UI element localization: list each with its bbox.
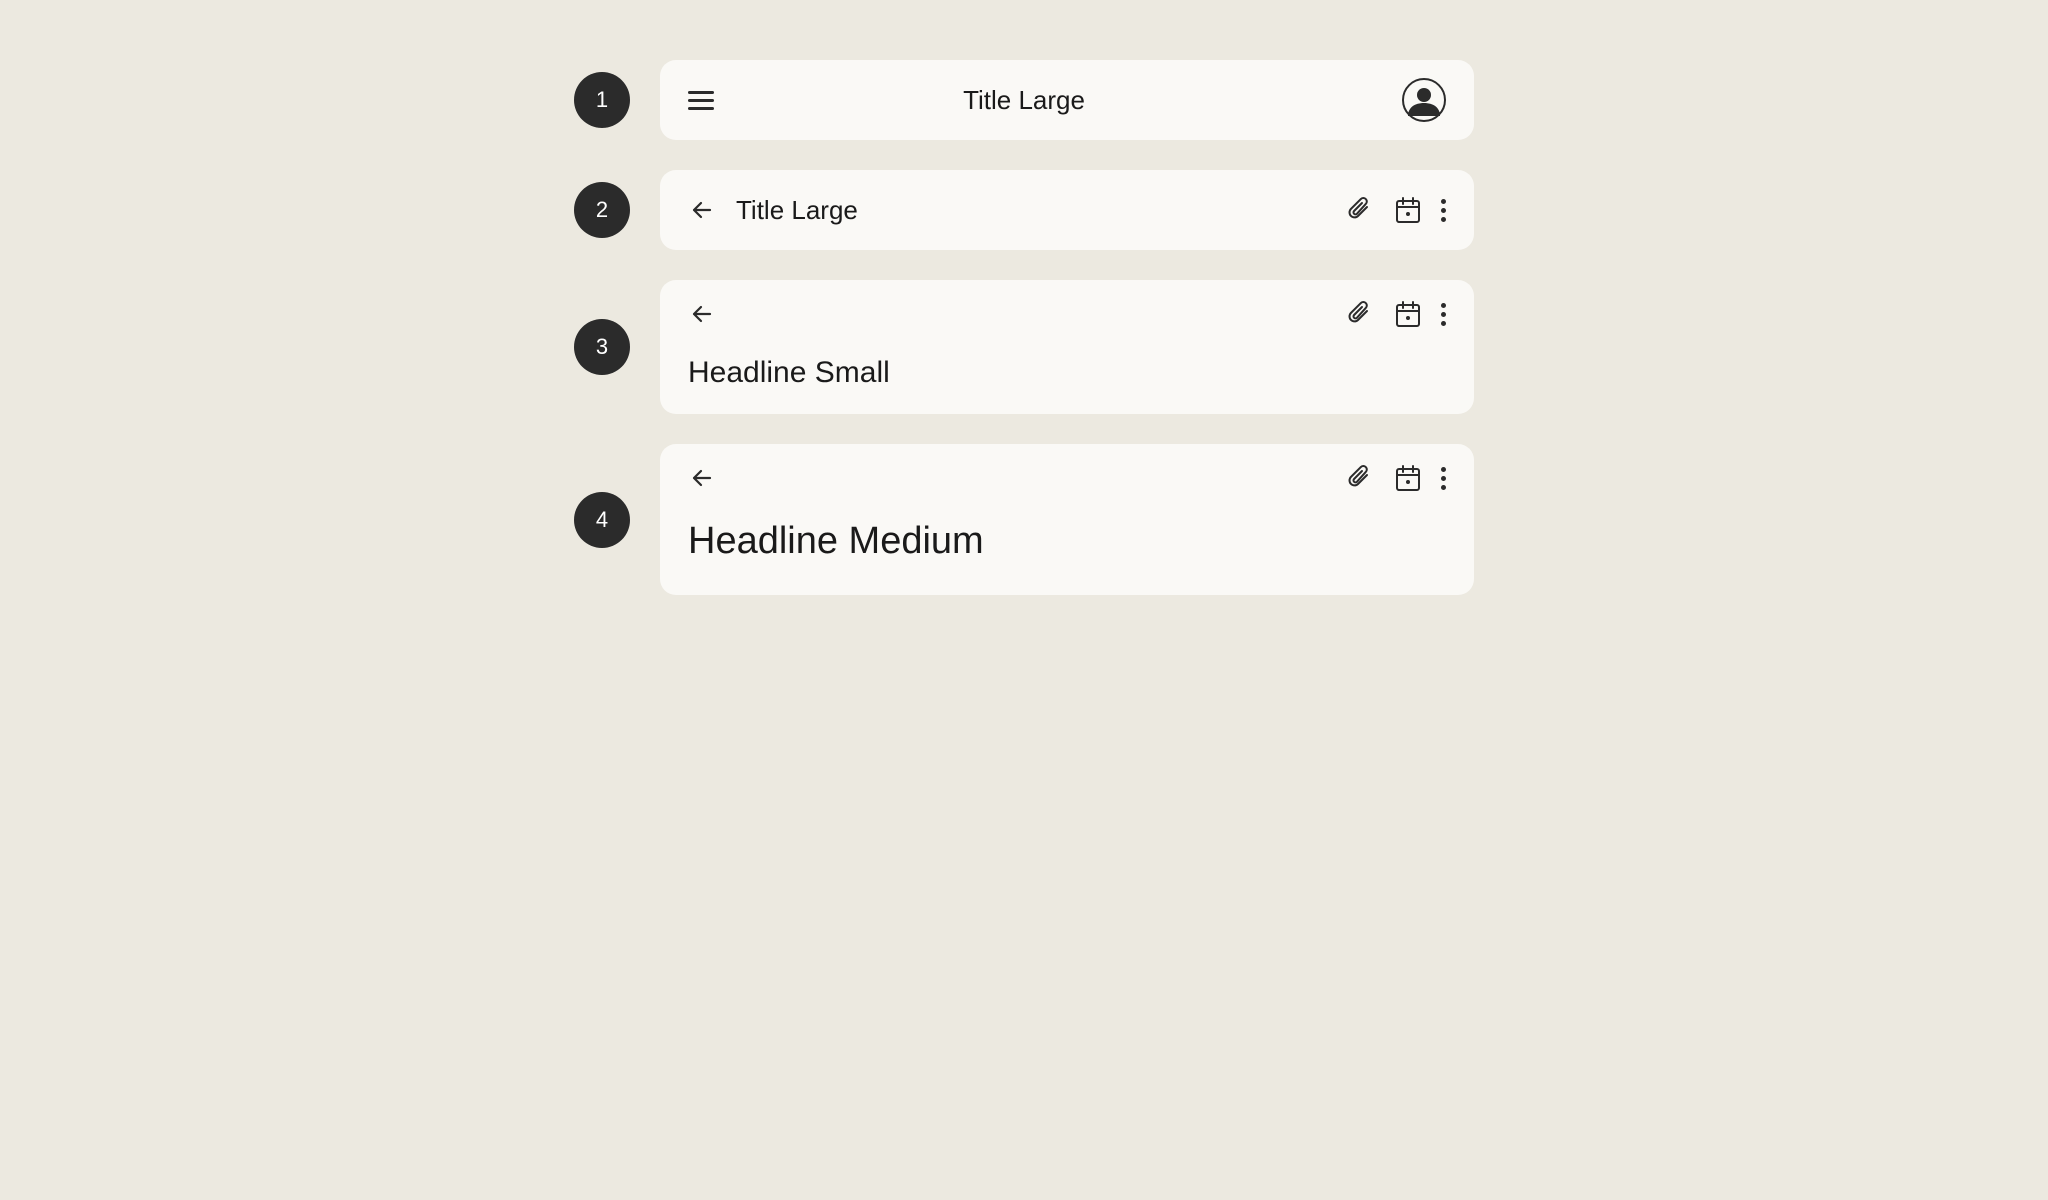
row-4: 4	[574, 444, 1474, 595]
toolbar-row-3	[660, 280, 1474, 348]
calendar-icon-4[interactable]	[1393, 463, 1423, 493]
card-1: Title Large	[660, 60, 1474, 140]
badge-2: 2	[574, 182, 630, 238]
content-row-4: Headline Medium	[660, 512, 1474, 595]
back-arrow-icon[interactable]	[688, 196, 716, 224]
more-vert-icon-4[interactable]	[1441, 463, 1446, 493]
action-icons-4	[1345, 463, 1446, 493]
back-arrow-icon-3[interactable]	[688, 300, 716, 328]
action-icons-3	[1345, 299, 1446, 329]
badge-4: 4	[574, 492, 630, 548]
content-row-3: Headline Small	[660, 348, 1474, 414]
badge-3: 3	[574, 319, 630, 375]
back-arrow-icon-4[interactable]	[688, 464, 716, 492]
attach-icon[interactable]	[1345, 195, 1375, 225]
headline-small: Headline Small	[688, 356, 890, 389]
page-container: 1 Title Large 2	[0, 60, 2048, 625]
app-bar-title-2: Title Large	[736, 195, 858, 226]
more-vert-icon-3[interactable]	[1441, 299, 1446, 329]
badge-1: 1	[574, 72, 630, 128]
account-circle-icon[interactable]	[1402, 78, 1446, 122]
app-bar-title: Title Large	[963, 85, 1085, 116]
row-3: 3	[574, 280, 1474, 414]
card-2: Title Large	[660, 170, 1474, 250]
action-icons-2	[1345, 195, 1446, 225]
calendar-icon[interactable]	[1393, 195, 1423, 225]
row-1: 1 Title Large	[574, 60, 1474, 140]
more-vert-icon[interactable]	[1441, 195, 1446, 225]
toolbar-row-4	[660, 444, 1474, 512]
attach-icon-4[interactable]	[1345, 463, 1375, 493]
attach-icon-3[interactable]	[1345, 299, 1375, 329]
card-3: Headline Small	[660, 280, 1474, 414]
headline-medium: Headline Medium	[688, 520, 984, 562]
row-2: 2 Title Large	[574, 170, 1474, 250]
card-4: Headline Medium	[660, 444, 1474, 595]
calendar-icon-3[interactable]	[1393, 299, 1423, 329]
menu-icon[interactable]	[688, 91, 714, 110]
